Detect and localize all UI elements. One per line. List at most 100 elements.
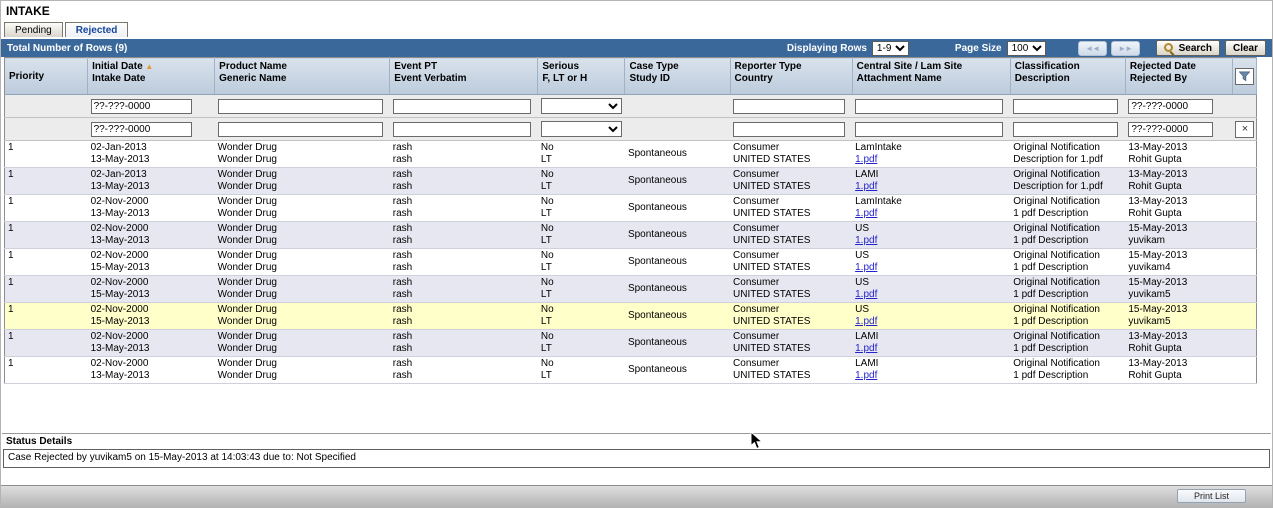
column-header-label: Priority [9, 70, 45, 82]
attachment-link[interactable]: 1.pdf [855, 316, 877, 327]
attachment-link[interactable]: 1.pdf [855, 154, 877, 165]
column-header-sublabel: Generic Name [219, 73, 287, 84]
filter-product-name-input[interactable] [217, 98, 383, 114]
header-row: Priority Initial Date ▲ Intake Date Prod… [4, 57, 1258, 95]
case-type-cell: Spontaneous [624, 302, 731, 330]
sort-ascending-icon: ▲ [145, 62, 154, 71]
column-header-central-site[interactable]: Central Site / Lam Site Attachment Name [852, 57, 1011, 95]
previous-page-button[interactable]: ◄◄ [1077, 40, 1107, 56]
rejected-cell: 13-May-2013 Rohit Gupta [1125, 167, 1233, 195]
clear-filter-button[interactable]: × [1235, 120, 1255, 138]
priority-cell: 1 [4, 194, 88, 222]
case-type-cell: Spontaneous [624, 140, 731, 168]
table-row[interactable]: 1 02-Nov-2000 13-May-2013 Wonder Drug Wonder… [4, 329, 1257, 357]
case-type-cell: Spontaneous [624, 221, 731, 249]
filter-serious-select[interactable] [540, 98, 622, 114]
column-header-label: Serious [542, 61, 580, 72]
print-list-button[interactable]: Print List [1176, 489, 1246, 503]
date-cell: 02-Jan-2013 13-May-2013 [87, 140, 215, 168]
page-size-label: Page Size [954, 42, 1002, 54]
column-header-serious[interactable]: Serious F, LT or H [537, 57, 626, 95]
filter-serious-select[interactable] [540, 121, 622, 137]
clear-button[interactable]: Clear [1224, 40, 1266, 56]
double-arrow-left-icon: ◄◄ [1085, 43, 1100, 53]
filter-product-name-input[interactable] [217, 121, 383, 137]
tab-pending[interactable]: Pending [4, 22, 63, 37]
attachment-link[interactable]: 1.pdf [855, 181, 877, 192]
table-row[interactable]: 1 02-Nov-2000 15-May-2013 Wonder Drug Wonder… [4, 302, 1257, 330]
displaying-rows-select[interactable]: 1-9 [871, 40, 909, 56]
site-cell: US 1.pdf [852, 221, 1011, 249]
reporter-cell: Consumer UNITED STATES [730, 221, 853, 249]
column-header-rejected-date[interactable]: Rejected Date Rejected By [1125, 57, 1233, 95]
column-header-label: Reporter Type [734, 61, 802, 72]
intake-table: Priority Initial Date ▲ Intake Date Prod… [4, 57, 1258, 384]
column-header-sublabel: Attachment Name [856, 73, 942, 84]
column-header-label: Central Site / Lam Site [856, 61, 963, 72]
filter-initial-date-input[interactable] [90, 121, 193, 137]
table-row[interactable]: 1 02-Jan-2013 13-May-2013 Wonder Drug Wonder… [4, 140, 1257, 168]
table-row[interactable]: 1 02-Nov-2000 15-May-2013 Wonder Drug Wonder… [4, 248, 1257, 276]
filter-reporter-type-input[interactable] [733, 121, 846, 137]
column-header-sublabel: Intake Date [92, 73, 146, 84]
filter-reporter-type-input[interactable] [733, 98, 846, 114]
attachment-link[interactable]: 1.pdf [855, 262, 877, 273]
attachment-link[interactable]: 1.pdf [855, 289, 877, 300]
date-cell: 02-Nov-2000 13-May-2013 [87, 221, 215, 249]
attachment-link[interactable]: 1.pdf [855, 235, 877, 246]
page-size-select[interactable]: 100 [1006, 40, 1046, 56]
product-cell: Wonder Drug Wonder Drug [214, 140, 390, 168]
column-header-initial-date[interactable]: Initial Date ▲ Intake Date [87, 57, 216, 95]
reporter-cell: Consumer UNITED STATES [730, 248, 853, 276]
column-header-sublabel: F, LT or H [542, 73, 588, 84]
filter-event-pt-input[interactable] [392, 98, 531, 114]
filter-central-site-input[interactable] [855, 98, 1004, 114]
column-header-reporter-type[interactable]: Reporter Type Country [730, 57, 853, 95]
column-header-sublabel: Event Verbatim [394, 73, 467, 84]
filter-classification-input[interactable] [1013, 121, 1119, 137]
table-row[interactable]: 1 02-Nov-2000 13-May-2013 Wonder Drug Wonder… [4, 221, 1257, 249]
clear-button-label: Clear [1232, 42, 1258, 54]
row-spacer-cell [1232, 329, 1257, 357]
serious-cell: No LT [537, 221, 625, 249]
filter-central-site-input[interactable] [855, 121, 1004, 137]
filter-rejected-date-input[interactable] [1128, 98, 1214, 114]
table-body: 1 02-Jan-2013 13-May-2013 Wonder Drug Wonder… [4, 140, 1257, 384]
filter-rejected-date-input[interactable] [1128, 121, 1214, 137]
filter-funnel-button[interactable] [1234, 67, 1254, 85]
classification-cell: Original Notification 1 pdf Description [1010, 329, 1126, 357]
column-header-event-pt[interactable]: Event PT Event Verbatim [389, 57, 539, 95]
classification-cell: Original Notification 1 pdf Description [1010, 194, 1126, 222]
filter-event-pt-input[interactable] [392, 121, 531, 137]
column-header-classification[interactable]: Classification Description [1010, 57, 1126, 95]
filter-initial-date-input[interactable] [90, 98, 193, 114]
site-cell: LAMI 1.pdf [852, 329, 1011, 357]
displaying-rows-group: Displaying Rows 1-9 [787, 40, 909, 56]
product-cell: Wonder Drug Wonder Drug [214, 248, 390, 276]
date-cell: 02-Nov-2000 13-May-2013 [87, 356, 215, 384]
filter-classification-input[interactable] [1013, 98, 1119, 114]
event-cell: rash rash [389, 356, 538, 384]
attachment-link[interactable]: 1.pdf [855, 370, 877, 381]
filter-case-type-cell [624, 94, 731, 118]
site-cell: US 1.pdf [852, 248, 1011, 276]
search-button[interactable]: Search [1155, 40, 1220, 56]
rejected-cell: 13-May-2013 Rohit Gupta [1125, 356, 1233, 384]
column-header-product-name[interactable]: Product Name Generic Name [214, 57, 391, 95]
priority-cell: 1 [4, 167, 88, 195]
column-header-priority[interactable]: Priority [4, 57, 89, 95]
filter-priority-cell [4, 94, 88, 118]
tab-rejected[interactable]: Rejected [64, 22, 129, 37]
table-row[interactable]: 1 02-Nov-2000 13-May-2013 Wonder Drug Wonder… [4, 356, 1257, 384]
table-row[interactable]: 1 02-Jan-2013 13-May-2013 Wonder Drug Wonder… [4, 167, 1257, 195]
attachment-link[interactable]: 1.pdf [855, 343, 877, 354]
column-header-case-type[interactable]: Case Type Study ID [624, 57, 731, 95]
table-row[interactable]: 1 02-Nov-2000 15-May-2013 Wonder Drug Wonder… [4, 275, 1257, 303]
row-spacer-cell [1232, 194, 1257, 222]
next-page-button[interactable]: ►► [1110, 40, 1140, 56]
case-type-cell: Spontaneous [624, 248, 731, 276]
attachment-link[interactable]: 1.pdf [855, 208, 877, 219]
grid-toolbar: Total Number of Rows (9) Displaying Rows… [1, 39, 1272, 57]
table-row[interactable]: 1 02-Nov-2000 13-May-2013 Wonder Drug Wonder… [4, 194, 1257, 222]
classification-cell: Original Notification 1 pdf Description [1010, 275, 1126, 303]
